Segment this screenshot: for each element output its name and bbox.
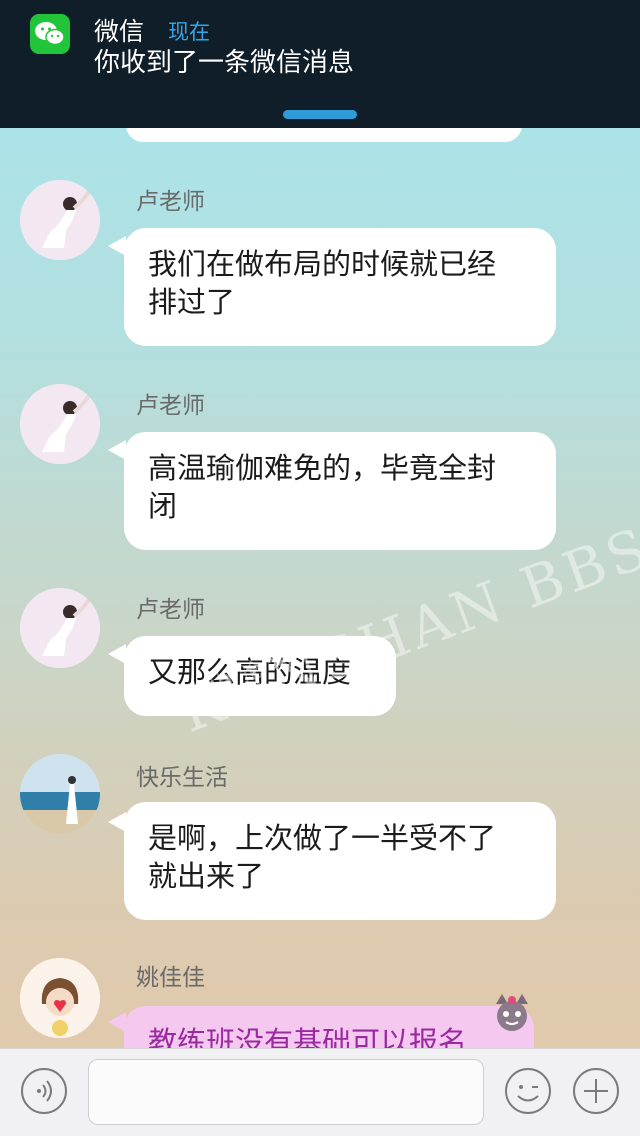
input-bar <box>0 1048 640 1136</box>
sender-name: 快乐生活 <box>136 765 228 791</box>
notification-banner[interactable]: 微信 现在 你收到了一条微信消息 <box>0 0 640 128</box>
avatar[interactable] <box>20 754 100 834</box>
message-bubble[interactable]: 高温瑜伽难免的，毕竟全封 闭 <box>124 432 556 550</box>
avatar[interactable] <box>20 180 100 260</box>
message-text-line: 闭 <box>148 489 178 523</box>
message-input[interactable] <box>88 1059 484 1125</box>
avatar[interactable] <box>20 384 100 464</box>
notification-message: 你收到了一条微信消息 <box>94 48 355 78</box>
sender-name: 卢老师 <box>136 597 205 623</box>
sender-name: 卢老师 <box>136 393 205 419</box>
message-text-line: 我们在做布局的时候就已经 <box>148 247 497 281</box>
voice-icon <box>21 1068 67 1114</box>
banner-drag-handle[interactable] <box>283 110 357 119</box>
more-button[interactable] <box>572 1067 620 1115</box>
message-text-line: 就出来了 <box>148 859 265 893</box>
message-text-line: 排过了 <box>148 285 236 319</box>
voice-button[interactable] <box>20 1067 68 1115</box>
message-text-line: 教练班没有基础可以报名 <box>148 1025 468 1048</box>
message-bubble[interactable]: 教练班没有基础可以报名 <box>124 1006 534 1048</box>
message-bubble[interactable]: 我们在做布局的时候就已经 排过了 <box>124 228 556 346</box>
message-bubble[interactable]: 是啊，上次做了一半受不了 就出来了 <box>124 802 556 920</box>
plus-icon <box>573 1068 619 1114</box>
emoji-icon <box>505 1068 551 1114</box>
emoji-button[interactable] <box>504 1067 552 1115</box>
sender-name: 姚佳佳 <box>136 965 205 991</box>
wechat-icon <box>30 14 70 54</box>
cat-sticker-icon <box>496 994 528 1031</box>
avatar[interactable] <box>20 958 100 1038</box>
avatar[interactable] <box>20 588 100 668</box>
message-text-line: 是啊，上次做了一半受不了 <box>148 821 497 855</box>
chat-area[interactable]: 卢老师 我们在做布局的时候就已经 排过了 卢老师 高温瑜伽难免的，毕竟全封 闭 <box>0 128 640 1048</box>
sender-name: 卢老师 <box>136 189 205 215</box>
previous-message-bubble <box>126 128 522 142</box>
message-text-line: 高温瑜伽难免的，毕竟全封 <box>148 451 497 485</box>
